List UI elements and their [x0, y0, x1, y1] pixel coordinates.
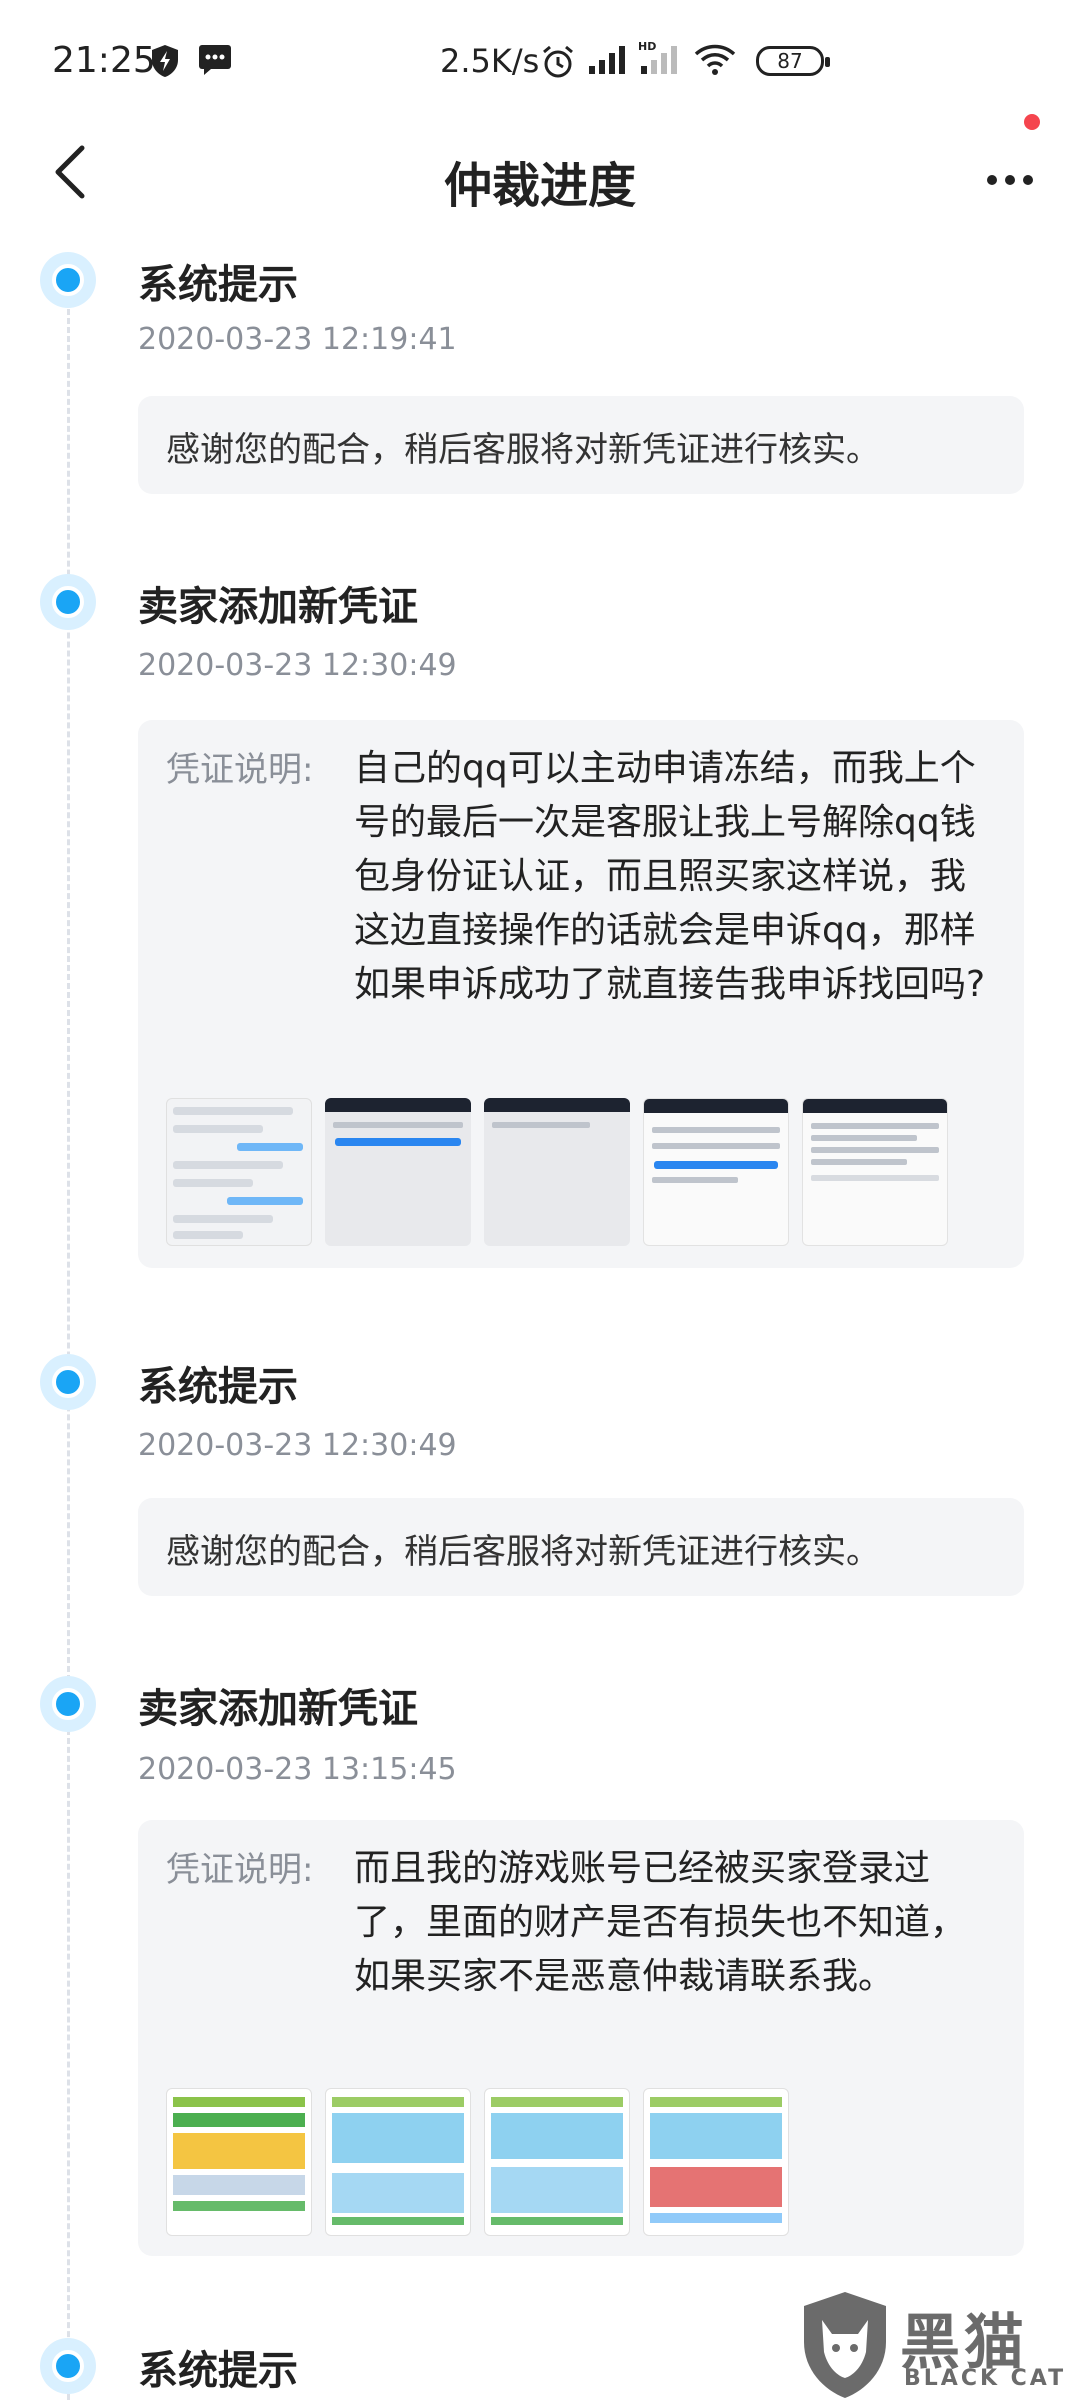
evidence-thumbnail[interactable] — [166, 1098, 312, 1246]
timeline-dot-icon — [40, 1676, 96, 1732]
evidence-thumbnail[interactable] — [643, 1098, 789, 1246]
battery-indicator: 87 — [756, 46, 830, 76]
signal-icon — [588, 44, 628, 80]
event-time: 2020-03-23 13:15:45 — [138, 1752, 457, 1787]
nav-bar: 仲裁进度 — [0, 110, 1080, 260]
watermark: 黑猫 BLACK CAT — [800, 2290, 1080, 2400]
shield-icon — [150, 44, 180, 82]
event-title: 系统提示 — [138, 1364, 298, 1410]
evidence-box: 凭证说明: 而且我的游戏账号已经被买家登录过了，里面的财产是否有损失也不知道，如… — [138, 1820, 1024, 2256]
evidence-thumbnail[interactable] — [166, 2088, 312, 2236]
evidence-thumbnail[interactable] — [484, 1098, 630, 1246]
black-cat-logo-icon — [804, 2292, 886, 2398]
status-bar: 21:25 2.5K/s HD 87 — [0, 0, 1080, 120]
event-title: 系统提示 — [138, 2348, 298, 2394]
timeline-dot-icon — [40, 574, 96, 630]
event-message: 感谢您的配合，稍后客服将对新凭证进行核实。 — [166, 1532, 880, 1572]
event-message: 感谢您的配合，稍后客服将对新凭证进行核实。 — [166, 430, 880, 470]
evidence-images — [166, 2088, 789, 2236]
event-title: 系统提示 — [138, 262, 298, 308]
event-message-box: 感谢您的配合，稍后客服将对新凭证进行核实。 — [138, 1498, 1024, 1596]
evidence-description: 而且我的游戏账号已经被买家登录过了，里面的财产是否有损失也不知道，如果买家不是恶… — [354, 1848, 967, 1997]
more-button[interactable] — [970, 140, 1050, 220]
event-time: 2020-03-23 12:30:49 — [138, 1428, 457, 1463]
evidence-label: 凭证说明: — [166, 1850, 314, 1890]
evidence-box: 凭证说明: 自己的qq可以主动申请冻结，而我上个号的最后一次是客服让我上号解除q… — [138, 720, 1024, 1268]
signal-hd-icon: HD — [638, 40, 680, 80]
timeline-dot-icon — [40, 1354, 96, 1410]
event-title: 卖家添加新凭证 — [138, 1686, 418, 1732]
event-title: 卖家添加新凭证 — [138, 584, 418, 630]
alarm-icon — [540, 44, 576, 84]
timeline-dot-icon — [40, 252, 96, 308]
evidence-thumbnail[interactable] — [802, 1098, 948, 1246]
evidence-thumbnail[interactable] — [643, 2088, 789, 2236]
watermark-subtext: BLACK CAT — [904, 2366, 1067, 2391]
evidence-label: 凭证说明: — [166, 750, 314, 790]
evidence-images — [166, 1098, 948, 1246]
wifi-icon — [694, 44, 736, 80]
evidence-thumbnail[interactable] — [325, 1098, 471, 1246]
status-time: 21:25 — [52, 40, 156, 81]
page-title: 仲裁进度 — [443, 158, 636, 214]
svg-text:HD: HD — [638, 40, 656, 53]
event-time: 2020-03-23 12:30:49 — [138, 648, 457, 683]
evidence-description: 自己的qq可以主动申请冻结，而我上个号的最后一次是客服让我上号解除qq钱包身份证… — [354, 748, 986, 1005]
message-icon — [198, 44, 232, 80]
more-dots-icon — [987, 175, 1033, 185]
network-speed: 2.5K/s — [440, 42, 540, 80]
notification-dot — [1024, 114, 1040, 130]
evidence-thumbnail[interactable] — [484, 2088, 630, 2236]
timeline-dot-icon — [40, 2338, 96, 2394]
event-time: 2020-03-23 12:19:41 — [138, 322, 457, 357]
evidence-thumbnail[interactable] — [325, 2088, 471, 2236]
event-message-box: 感谢您的配合，稍后客服将对新凭证进行核实。 — [138, 396, 1024, 494]
